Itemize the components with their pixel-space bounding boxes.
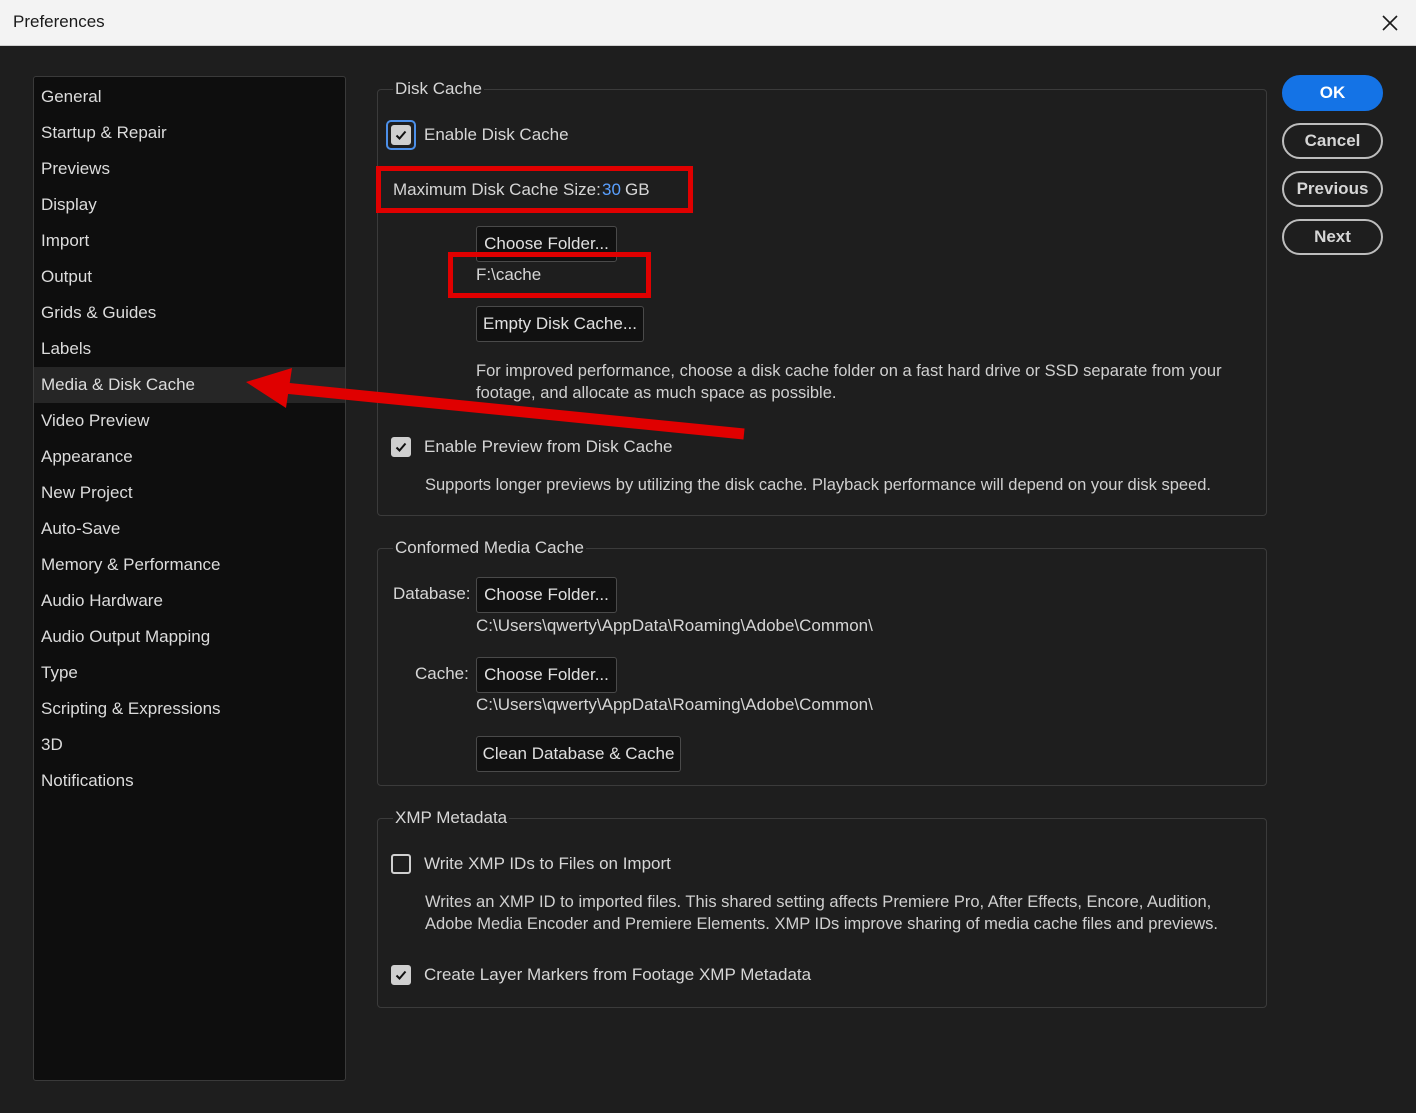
sidebar-item-label: Auto-Save <box>41 519 121 538</box>
title-bar: Preferences <box>0 0 1416 46</box>
write-xmp-checkbox[interactable] <box>391 854 411 874</box>
sidebar-item-new-project[interactable]: New Project <box>34 475 345 511</box>
sidebar-item-label: Audio Output Mapping <box>41 627 211 646</box>
sidebar-item-3d[interactable]: 3D <box>34 727 345 763</box>
checkmark-icon <box>395 130 407 140</box>
database-path: C:\Users\qwerty\AppData\Roaming\Adobe\Co… <box>476 616 873 635</box>
checkmark-icon <box>395 970 407 980</box>
sidebar-item-previews[interactable]: Previews <box>34 151 345 187</box>
sidebar-item-label: Appearance <box>41 447 133 466</box>
sidebar-item-type[interactable]: Type <box>34 655 345 691</box>
sidebar-item-label: Memory & Performance <box>41 555 221 574</box>
close-icon <box>1382 14 1398 31</box>
sidebar: General Startup & Repair Previews Displa… <box>33 76 346 1081</box>
sidebar-item-label: Display <box>41 195 97 214</box>
layer-markers-label: Create Layer Markers from Footage XMP Me… <box>424 965 812 984</box>
cache-choose-folder-button[interactable]: Choose Folder... <box>476 657 617 693</box>
sidebar-item-label: Audio Hardware <box>41 591 163 610</box>
sidebar-item-label: Output <box>41 267 93 286</box>
sidebar-item-startup-repair[interactable]: Startup & Repair <box>34 115 345 151</box>
sidebar-item-label: 3D <box>41 735 63 754</box>
sidebar-item-auto-save[interactable]: Auto-Save <box>34 511 345 547</box>
sidebar-item-label: New Project <box>41 483 133 502</box>
enable-disk-cache-label: Enable Disk Cache <box>424 125 569 144</box>
layer-markers-checkbox[interactable] <box>391 965 411 985</box>
preview-description: Supports longer previews by utilizing th… <box>425 476 1212 494</box>
ok-button[interactable]: OK <box>1282 75 1383 111</box>
sidebar-item-grids-guides[interactable]: Grids & Guides <box>34 295 345 331</box>
sidebar-item-label: Previews <box>41 159 110 178</box>
sidebar-item-appearance[interactable]: Appearance <box>34 439 345 475</box>
sidebar-item-label: General <box>41 87 102 106</box>
write-xmp-label: Write XMP IDs to Files on Import <box>424 854 671 873</box>
disk-cache-title: Disk Cache <box>393 79 484 99</box>
database-choose-folder-button[interactable]: Choose Folder... <box>476 577 617 613</box>
sidebar-item-label: Scripting & Expressions <box>41 699 221 718</box>
sidebar-item-labels[interactable]: Labels <box>34 331 345 367</box>
sidebar-item-label: Type <box>41 663 78 682</box>
close-button[interactable] <box>1364 0 1416 45</box>
previous-button[interactable]: Previous <box>1282 171 1383 207</box>
next-button[interactable]: Next <box>1282 219 1383 255</box>
sidebar-item-label: Notifications <box>41 771 134 790</box>
sidebar-item-label: Startup & Repair <box>41 123 167 142</box>
sidebar-item-label: Video Preview <box>41 411 150 430</box>
empty-disk-cache-button[interactable]: Empty Disk Cache... <box>476 306 644 342</box>
sidebar-item-scripting-expressions[interactable]: Scripting & Expressions <box>34 691 345 727</box>
sidebar-item-display[interactable]: Display <box>34 187 345 223</box>
sidebar-item-notifications[interactable]: Notifications <box>34 763 345 799</box>
highlight-box-cache-size <box>376 166 693 213</box>
clean-database-cache-button[interactable]: Clean Database & Cache <box>476 736 681 772</box>
sidebar-item-audio-hardware[interactable]: Audio Hardware <box>34 583 345 619</box>
sidebar-item-media-disk-cache[interactable]: Media & Disk Cache <box>34 367 345 403</box>
checkmark-icon <box>395 442 407 452</box>
sidebar-item-video-preview[interactable]: Video Preview <box>34 403 345 439</box>
cancel-button[interactable]: Cancel <box>1282 123 1383 159</box>
write-xmp-description: Writes an XMP ID to imported files. This… <box>425 893 1218 933</box>
sidebar-item-general[interactable]: General <box>34 79 345 115</box>
conformed-cache-title: Conformed Media Cache <box>393 538 586 558</box>
disk-cache-description: For improved performance, choose a disk … <box>476 362 1222 402</box>
enable-preview-label: Enable Preview from Disk Cache <box>424 437 673 456</box>
enable-disk-cache-checkbox[interactable] <box>391 125 411 145</box>
cache-label: Cache: <box>415 664 469 683</box>
sidebar-item-label: Grids & Guides <box>41 303 157 322</box>
enable-preview-checkbox[interactable] <box>391 437 411 457</box>
xmp-metadata-title: XMP Metadata <box>393 808 510 828</box>
sidebar-item-label: Import <box>41 231 90 250</box>
sidebar-item-label: Labels <box>41 339 92 358</box>
cache-path: C:\Users\qwerty\AppData\Roaming\Adobe\Co… <box>476 695 873 714</box>
highlight-box-folder-path <box>448 252 651 298</box>
sidebar-item-import[interactable]: Import <box>34 223 345 259</box>
sidebar-item-memory-performance[interactable]: Memory & Performance <box>34 547 345 583</box>
preferences-window: Preferences General Startup & Repair Pre… <box>0 0 1416 1113</box>
sidebar-item-label: Media & Disk Cache <box>41 375 196 394</box>
database-label: Database: <box>393 584 471 603</box>
sidebar-item-output[interactable]: Output <box>34 259 345 295</box>
window-title: Preferences <box>13 12 105 31</box>
sidebar-item-audio-output-mapping[interactable]: Audio Output Mapping <box>34 619 345 655</box>
